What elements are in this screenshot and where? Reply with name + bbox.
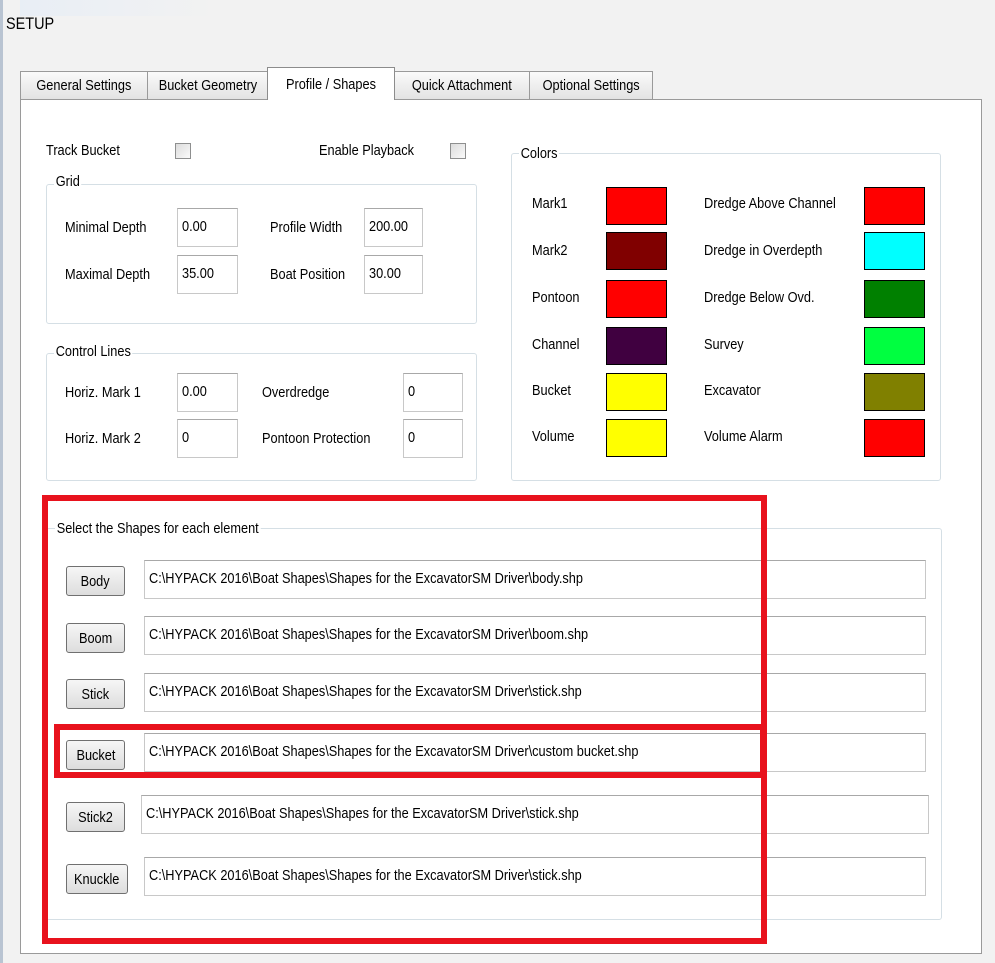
overdredge-input[interactable]: 0 [403, 373, 463, 412]
horiz-mark-2-input[interactable]: 0 [177, 419, 238, 458]
profile-width-input[interactable]: 200.00 [364, 208, 423, 247]
minimal-depth-label: Minimal Depth [65, 219, 147, 236]
field-value: 0.00 [182, 383, 207, 400]
horiz-mark-1-input[interactable]: 0.00 [177, 373, 238, 412]
color-swatch-excavator[interactable] [864, 373, 925, 411]
stick2-shape-button[interactable]: Stick2 [66, 802, 125, 832]
enable-playback-label: Enable Playback [319, 142, 414, 159]
stick-shape-path[interactable]: C:\HYPACK 2016\Boat Shapes\Shapes for th… [144, 673, 926, 712]
color-swatch-dredge-above-channel[interactable] [864, 187, 925, 225]
button-label: Stick2 [78, 808, 113, 826]
body-shape-button[interactable]: Body [66, 566, 125, 596]
tab-bucket-geometry[interactable]: Bucket Geometry [147, 71, 268, 99]
color-swatch-mark2[interactable] [606, 232, 667, 270]
knuckle-shape-button[interactable]: Knuckle [66, 864, 128, 894]
track-bucket-label: Track Bucket [46, 142, 120, 159]
tab-label: Profile / Shapes [285, 75, 377, 93]
color-swatch-mark1[interactable] [606, 187, 667, 225]
color-label-dredge-below-ovd: Dredge Below Ovd. [704, 289, 815, 306]
tab-label: General Settings [36, 77, 132, 94]
tab-general-settings[interactable]: General Settings [20, 71, 148, 99]
maximal-depth-input[interactable]: 35.00 [177, 255, 238, 294]
color-swatch-volume[interactable] [606, 419, 667, 457]
field-value: 35.00 [182, 265, 214, 282]
body-shape-path[interactable]: C:\HYPACK 2016\Boat Shapes\Shapes for th… [144, 560, 926, 599]
boat-position-label: Boat Position [270, 266, 346, 283]
window-edge [0, 0, 3, 963]
color-swatch-dredge-below-ovd[interactable] [864, 280, 925, 318]
stick-shape-button[interactable]: Stick [66, 679, 125, 709]
tab-label: Bucket Geometry [158, 77, 257, 94]
color-swatch-pontoon[interactable] [606, 280, 667, 318]
tab-quick-attachment[interactable]: Quick Attachment [394, 71, 530, 99]
color-swatch-dredge-in-overdepth[interactable] [864, 232, 925, 270]
color-label-channel: Channel [532, 336, 580, 353]
color-label-dredge-above-channel: Dredge Above Channel [704, 195, 836, 212]
horiz-mark-2-label: Horiz. Mark 2 [65, 430, 141, 447]
tab-bar: General Settings Bucket Geometry Profile… [20, 67, 980, 100]
knuckle-shape-path[interactable]: C:\HYPACK 2016\Boat Shapes\Shapes for th… [144, 857, 926, 896]
color-swatch-channel[interactable] [606, 327, 667, 365]
path-value: C:\HYPACK 2016\Boat Shapes\Shapes for th… [149, 743, 639, 760]
track-bucket-checkbox[interactable] [175, 143, 191, 159]
boat-position-input[interactable]: 30.00 [364, 255, 423, 294]
color-label-survey: Survey [704, 336, 744, 353]
field-value: 30.00 [369, 265, 401, 282]
color-swatch-survey[interactable] [864, 327, 925, 365]
button-label: Bucket [76, 746, 115, 764]
color-label-excavator: Excavator [704, 382, 761, 399]
field-value: 0 [408, 429, 416, 446]
bucket-shape-button[interactable]: Bucket [66, 740, 125, 770]
path-value: C:\HYPACK 2016\Boat Shapes\Shapes for th… [149, 867, 582, 884]
tab-optional-settings[interactable]: Optional Settings [529, 71, 653, 99]
horiz-mark-1-label: Horiz. Mark 1 [65, 384, 141, 401]
tab-label: Optional Settings [542, 77, 640, 94]
color-swatch-volume-alarm[interactable] [864, 419, 925, 457]
overdredge-label: Overdredge [262, 384, 330, 401]
path-value: C:\HYPACK 2016\Boat Shapes\Shapes for th… [149, 570, 583, 587]
shapes-legend: Select the Shapes for each element [55, 520, 261, 537]
window-title: SETUP [6, 14, 55, 33]
enable-playback-checkbox[interactable] [450, 143, 466, 159]
color-label-mark2: Mark2 [532, 242, 568, 259]
profile-width-label: Profile Width [270, 219, 343, 236]
grid-group [46, 184, 477, 324]
boom-shape-button[interactable]: Boom [66, 623, 125, 653]
button-label: Boom [78, 629, 113, 647]
color-label-bucket: Bucket [532, 382, 571, 399]
grid-legend: Grid [54, 173, 82, 190]
color-label-dredge-in-overdepth: Dredge in Overdepth [704, 242, 823, 259]
tab-label: Quick Attachment [412, 77, 512, 94]
field-value: 0 [408, 383, 416, 400]
colors-legend: Colors [519, 145, 560, 162]
field-value: 0 [182, 429, 190, 446]
tab-profile-shapes[interactable]: Profile / Shapes [267, 67, 395, 100]
color-label-mark1: Mark1 [532, 195, 568, 212]
control-lines-legend: Control Lines [54, 343, 133, 360]
field-value: 0.00 [182, 218, 207, 235]
field-value: 200.00 [369, 218, 409, 235]
stick2-shape-path[interactable]: C:\HYPACK 2016\Boat Shapes\Shapes for th… [141, 795, 929, 834]
color-label-volume-alarm: Volume Alarm [704, 428, 783, 445]
path-value: C:\HYPACK 2016\Boat Shapes\Shapes for th… [149, 683, 582, 700]
maximal-depth-label: Maximal Depth [65, 266, 151, 283]
pontoon-protection-input[interactable]: 0 [403, 419, 463, 458]
path-value: C:\HYPACK 2016\Boat Shapes\Shapes for th… [146, 805, 579, 822]
color-label-pontoon: Pontoon [532, 289, 580, 306]
bucket-shape-path[interactable]: C:\HYPACK 2016\Boat Shapes\Shapes for th… [144, 733, 926, 772]
color-swatch-bucket[interactable] [606, 373, 667, 411]
pontoon-protection-label: Pontoon Protection [262, 430, 371, 447]
minimal-depth-input[interactable]: 0.00 [177, 208, 238, 247]
button-label: Stick [81, 685, 110, 703]
path-value: C:\HYPACK 2016\Boat Shapes\Shapes for th… [149, 626, 589, 643]
color-label-volume: Volume [532, 428, 575, 445]
boom-shape-path[interactable]: C:\HYPACK 2016\Boat Shapes\Shapes for th… [144, 616, 926, 655]
button-label: Body [80, 572, 111, 590]
button-label: Knuckle [74, 870, 120, 888]
